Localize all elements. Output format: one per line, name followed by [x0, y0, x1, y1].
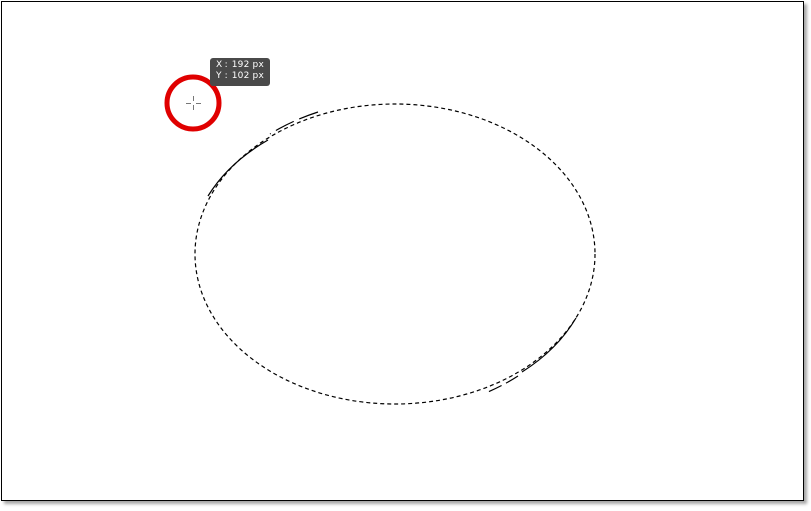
x-coordinate-row: X : 192 px [216, 60, 264, 71]
coordinate-readout-tooltip: X : 192 px Y : 102 px [210, 58, 270, 86]
selection-long-dash-upper-left [207, 139, 269, 197]
y-coordinate-value: 102 px [231, 71, 264, 81]
x-coordinate-value: 192 px [231, 60, 264, 70]
crosshair-icon [186, 96, 201, 110]
selection-outline-dashes [194, 103, 596, 405]
selection-long-dash-bottom-right [487, 375, 519, 393]
selection-long-dash-top [269, 111, 319, 135]
canvas-overlay [164, 74, 596, 405]
x-axis-label: X [216, 60, 223, 70]
elliptical-selection[interactable] [194, 103, 596, 405]
y-axis-label: Y [216, 71, 222, 81]
selection-outline-light [194, 103, 596, 405]
x-separator: : [224, 60, 228, 70]
y-separator: : [224, 71, 228, 81]
y-coordinate-row: Y : 102 px [216, 71, 264, 82]
